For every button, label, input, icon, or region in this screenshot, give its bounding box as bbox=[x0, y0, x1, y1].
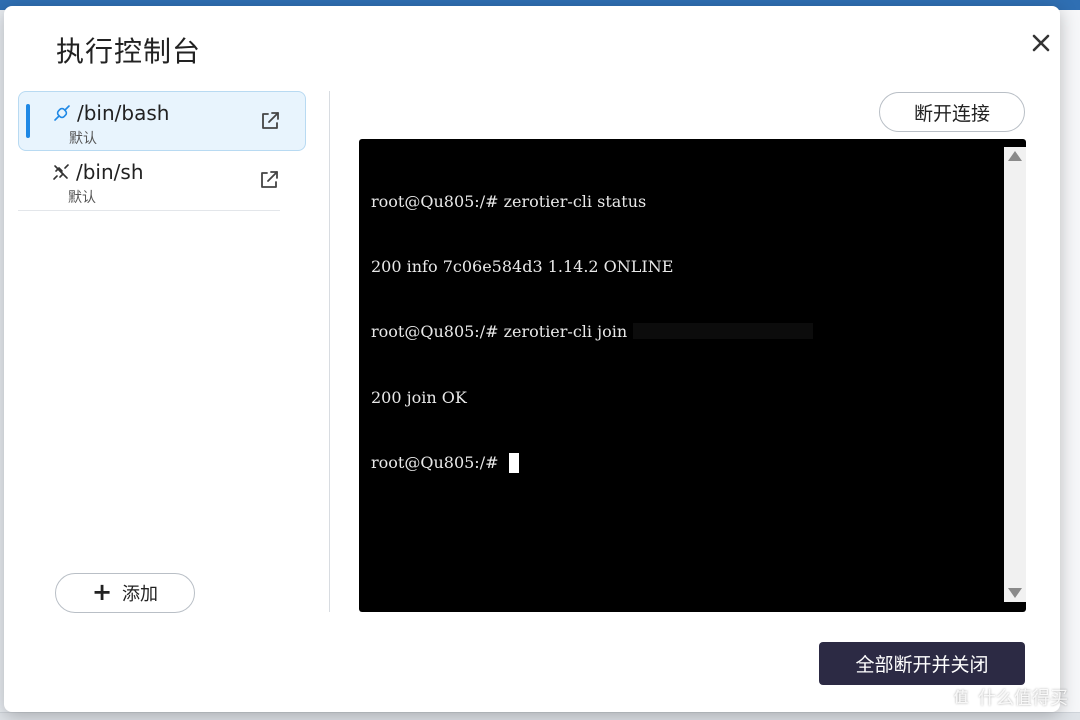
connected-plug-icon bbox=[54, 105, 70, 121]
redacted-network-id bbox=[633, 323, 814, 340]
add-shell-button[interactable]: + 添加 bbox=[55, 573, 195, 613]
close-button[interactable] bbox=[1028, 30, 1054, 56]
terminal-line: 200 join OK bbox=[371, 387, 467, 407]
shell-name: /bin/sh bbox=[76, 160, 144, 184]
watermark-logo-icon: 值 bbox=[950, 686, 972, 708]
terminal-line: 200 info 7c06e584d3 1.14.2 ONLINE bbox=[371, 256, 674, 276]
disconnect-button[interactable]: 断开连接 bbox=[879, 92, 1025, 132]
execution-console-dialog: 执行控制台 /bin/bash 默认 /bin/sh 默认 + 添加 断开连接 … bbox=[4, 6, 1060, 712]
open-external-icon[interactable] bbox=[258, 169, 280, 191]
site-watermark: 值 什么值得买 bbox=[950, 684, 1068, 710]
background-app-footer bbox=[0, 712, 1080, 720]
dialog-title: 执行控制台 bbox=[56, 35, 202, 68]
panel-divider bbox=[329, 91, 330, 612]
active-indicator bbox=[26, 104, 30, 138]
terminal-line: root@Qu805:/# zerotier-cli status bbox=[371, 191, 647, 211]
shell-list-sidebar: /bin/bash 默认 /bin/sh 默认 + 添加 bbox=[18, 91, 308, 613]
shell-item-bash[interactable]: /bin/bash 默认 bbox=[18, 91, 306, 151]
terminal-line-text: root@Qu805:/# zerotier-cli join bbox=[371, 322, 628, 342]
shell-subtitle: 默认 bbox=[69, 131, 97, 147]
terminal-output: root@Qu805:/# zerotier-cli status 200 in… bbox=[371, 147, 814, 518]
scroll-up-arrow-icon[interactable] bbox=[1008, 151, 1022, 161]
plus-icon: + bbox=[91, 578, 113, 606]
add-label: 添加 bbox=[122, 584, 159, 605]
shell-subtitle: 默认 bbox=[68, 190, 96, 206]
terminal-cursor bbox=[508, 453, 519, 474]
terminal-line: root@Qu805:/# zerotier-cli join bbox=[371, 321, 814, 343]
watermark-text: 什么值得买 bbox=[978, 688, 1068, 709]
terminal-prompt: root@Qu805:/# bbox=[371, 453, 499, 473]
disconnect-all-and-close-button[interactable]: 全部断开并关闭 bbox=[819, 642, 1025, 685]
disconnected-plug-icon bbox=[53, 164, 69, 180]
terminal-line: root@Qu805:/# bbox=[371, 452, 813, 474]
close-icon bbox=[1032, 34, 1050, 52]
terminal-window[interactable]: root@Qu805:/# zerotier-cli status 200 in… bbox=[359, 139, 1026, 612]
terminal-scrollbar[interactable] bbox=[1004, 147, 1026, 602]
open-external-icon[interactable] bbox=[259, 110, 281, 132]
shell-name: /bin/bash bbox=[77, 101, 170, 125]
shell-item-sh[interactable]: /bin/sh 默认 bbox=[18, 151, 280, 211]
scroll-down-arrow-icon[interactable] bbox=[1008, 588, 1022, 598]
